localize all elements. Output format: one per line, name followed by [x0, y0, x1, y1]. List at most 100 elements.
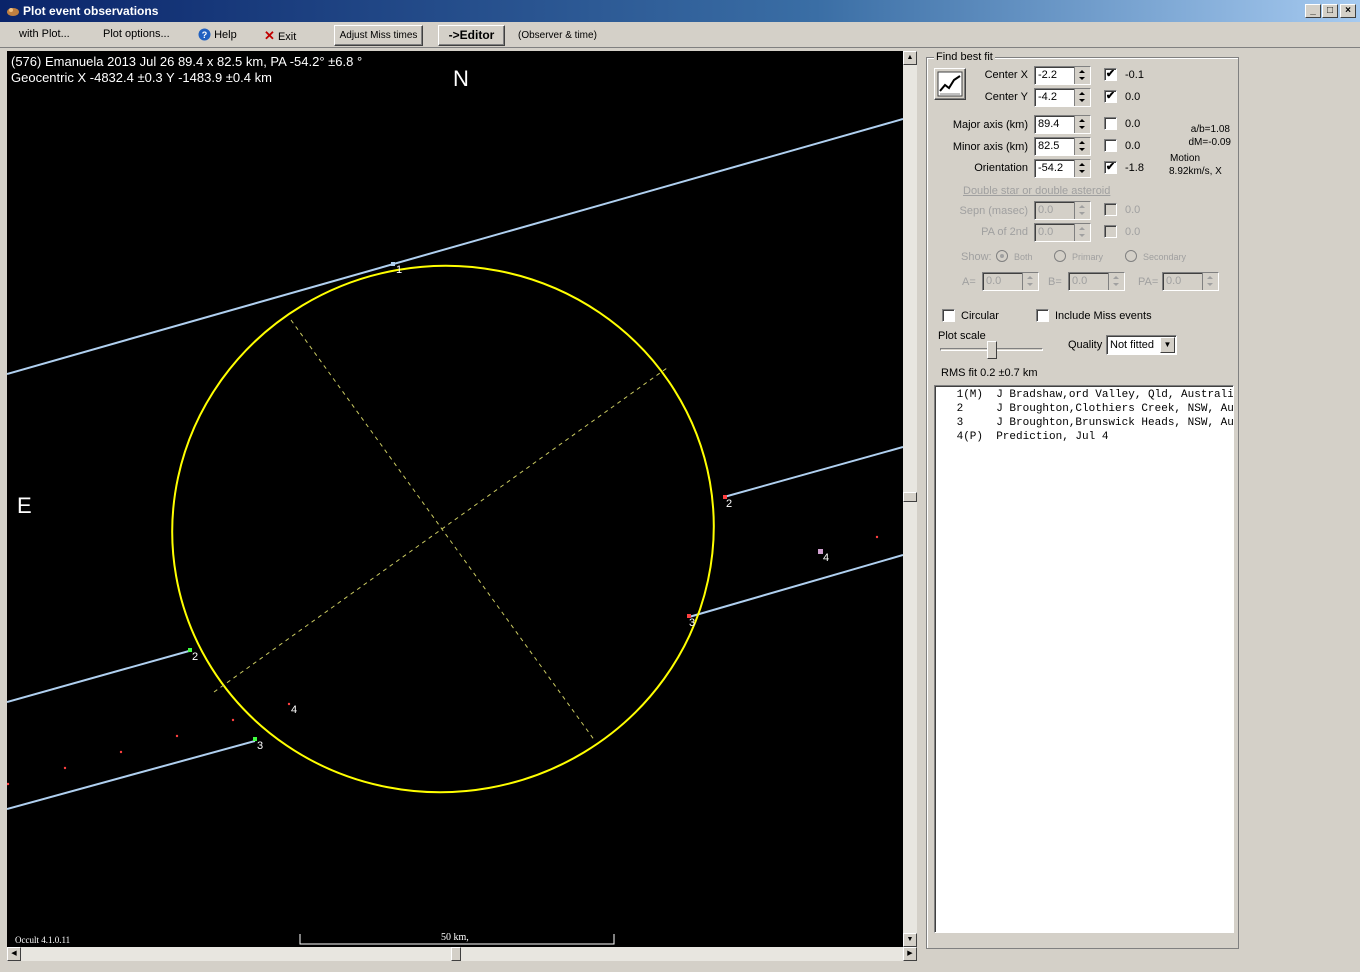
center-y-input[interactable]: -4.2	[1034, 88, 1091, 107]
center-x-spin-icon[interactable]	[1074, 67, 1090, 84]
quality-value: Not fitted	[1110, 339, 1155, 351]
b-input[interactable]: 0.0	[1068, 272, 1125, 291]
rms-fit-label: RMS fit 0.2 ±0.7 km	[941, 367, 1038, 379]
pa2-input[interactable]: 0.0	[1034, 223, 1091, 242]
center-x-input[interactable]: -2.2	[1034, 66, 1091, 85]
occultation-plot[interactable]: (576) Emanuela 2013 Jul 26 89.4 x 82.5 k…	[7, 51, 903, 947]
help-label: Help	[214, 29, 237, 41]
observer-list[interactable]: 1(M) J Bradshaw,ord Valley, Qld, Austral…	[934, 385, 1234, 933]
event-marker-1	[391, 262, 395, 266]
double-star-label: Double star or double asteroid	[963, 185, 1111, 197]
show-label: Show:	[961, 251, 992, 263]
major-axis-input[interactable]: 89.4	[1034, 115, 1091, 134]
major-axis-value: 89.4	[1038, 118, 1060, 130]
minor-axis-checkbox[interactable]	[1104, 139, 1117, 152]
menu-help[interactable]: ? Help	[198, 28, 237, 41]
minor-axis-spin-icon[interactable]	[1074, 138, 1090, 155]
show-secondary-label: Secondary	[1143, 252, 1187, 262]
center-x-value: -2.2	[1038, 69, 1057, 81]
plot-scale-slider[interactable]	[940, 341, 1043, 359]
orientation-checkbox[interactable]: ✔	[1104, 161, 1117, 174]
sepn-input[interactable]: 0.0	[1034, 201, 1091, 220]
show-primary-radio[interactable]	[1054, 250, 1066, 262]
scroll-left-icon[interactable]: ◀	[7, 947, 21, 961]
center-y-spin-icon[interactable]	[1074, 89, 1090, 106]
include-miss-checkbox[interactable]	[1036, 309, 1049, 322]
sepn-delta: 0.0	[1125, 204, 1141, 216]
a-input[interactable]: 0.0	[982, 272, 1039, 291]
editor-button[interactable]: ->Editor	[438, 25, 505, 46]
pa2-spin-icon[interactable]	[1074, 224, 1090, 241]
menu-plot-options[interactable]: Plot options...	[103, 28, 170, 40]
sepn-spin-icon[interactable]	[1074, 202, 1090, 219]
menu-with-plot[interactable]: with Plot...	[19, 28, 70, 40]
chord-line-2-right	[723, 446, 903, 498]
center-y-delta: 0.0	[1125, 91, 1141, 103]
pa-input[interactable]: 0.0	[1162, 272, 1219, 291]
scroll-up-icon[interactable]: ▲	[903, 51, 917, 65]
prediction-dots	[7, 535, 879, 786]
scroll-down-icon[interactable]: ▼	[903, 933, 917, 947]
scroll-right-icon[interactable]: ▶	[903, 947, 917, 961]
chord-label-3-left: 3	[257, 740, 264, 752]
sepn-value: 0.0	[1038, 204, 1054, 216]
a-spin-icon[interactable]	[1022, 273, 1038, 290]
center-y-checkbox[interactable]: ✔	[1104, 90, 1117, 103]
list-item[interactable]: 1(M) J Bradshaw,ord Valley, Qld, Austral…	[935, 388, 1233, 402]
list-item[interactable]: 3 J Broughton,Brunswick Heads, NSW, Au	[935, 416, 1233, 430]
observer-time-label[interactable]: (Observer & time)	[518, 30, 597, 41]
quality-dropdown[interactable]: Not fitted ▼	[1106, 335, 1177, 355]
chord-line-3-right	[688, 554, 903, 618]
close-button[interactable]: ×	[1340, 4, 1356, 18]
circular-checkbox[interactable]	[942, 309, 955, 322]
minor-axis-input[interactable]: 82.5	[1034, 137, 1091, 156]
vertical-scrollbar[interactable]: ▲ ▼	[903, 51, 917, 947]
plot-header-line1: (576) Emanuela 2013 Jul 26 89.4 x 82.5 k…	[11, 54, 363, 69]
hscroll-thumb[interactable]	[451, 947, 461, 961]
maximize-button[interactable]: □	[1322, 4, 1338, 18]
minor-axis-delta: 0.0	[1125, 140, 1141, 152]
pa2-label: PA of 2nd	[981, 226, 1028, 238]
show-secondary-radio[interactable]	[1125, 250, 1137, 262]
sepn-checkbox[interactable]	[1104, 203, 1117, 216]
orientation-input[interactable]: -54.2	[1034, 159, 1091, 178]
include-miss-label: Include Miss events	[1055, 310, 1152, 322]
list-item[interactable]: 4(P) Prediction, Jul 4	[935, 430, 1233, 444]
orientation-label: Orientation	[974, 162, 1028, 174]
adjust-miss-times-button[interactable]: Adjust Miss times	[334, 25, 423, 46]
chord-label-2-left: 2	[192, 651, 199, 663]
quality-label: Quality	[1068, 339, 1103, 351]
version-label: Occult 4.1.0.11	[15, 935, 71, 945]
sepn-label: Sepn (masec)	[959, 205, 1028, 217]
chord-line-3-left	[7, 740, 256, 810]
pa2-checkbox[interactable]	[1104, 225, 1117, 238]
orientation-spin-icon[interactable]	[1074, 160, 1090, 177]
show-both-label: Both	[1014, 252, 1033, 262]
show-primary-label: Primary	[1072, 252, 1103, 262]
circular-label: Circular	[961, 310, 999, 322]
dropdown-arrow-icon[interactable]: ▼	[1160, 337, 1175, 353]
center-x-checkbox[interactable]: ✔	[1104, 68, 1117, 81]
center-x-delta: -0.1	[1125, 69, 1144, 81]
list-item[interactable]: 2 J Broughton,Clothiers Creek, NSW, Au	[935, 402, 1233, 416]
major-axis-checkbox[interactable]	[1104, 117, 1117, 130]
chord-label-4-left: 4	[291, 704, 298, 716]
chord-line-1	[7, 118, 903, 375]
major-axis-spin-icon[interactable]	[1074, 116, 1090, 133]
find-best-fit-label: Find best fit	[934, 51, 995, 63]
center-y-label: Center Y	[984, 91, 1028, 103]
pa-spin-icon[interactable]	[1202, 273, 1218, 290]
slider-thumb[interactable]	[987, 341, 997, 359]
menu-exit[interactable]: ✕ Exit	[264, 28, 296, 44]
minimize-button[interactable]: _	[1305, 4, 1321, 18]
window-title: Plot event observations	[23, 4, 159, 18]
b-spin-icon[interactable]	[1108, 273, 1124, 290]
east-label: E	[17, 493, 32, 518]
show-both-radio[interactable]	[996, 250, 1008, 262]
minor-axis-label: Minor axis (km)	[952, 141, 1028, 153]
b-label: B=	[1048, 276, 1062, 288]
scroll-thumb[interactable]	[903, 492, 917, 502]
delta-magnitude: dM=-0.09	[1188, 137, 1231, 148]
ab-ratio: a/b=1.08	[1190, 124, 1230, 135]
horizontal-scrollbar[interactable]: ◀ ▶	[7, 947, 917, 961]
